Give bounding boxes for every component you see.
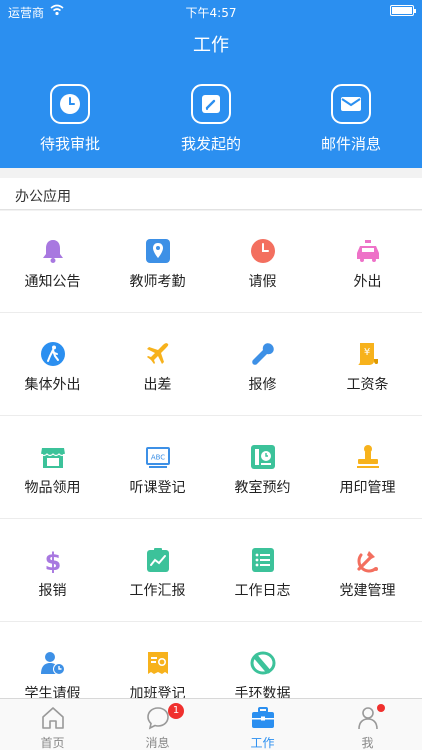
page-title: 工作 xyxy=(193,35,229,56)
battery-icon xyxy=(390,5,416,16)
app-label: 报销 xyxy=(38,583,67,599)
app-row: 集体外出 出差 报修 ¥ 工资条 xyxy=(0,314,422,416)
tab-label: 首页 xyxy=(40,736,65,750)
classroom-booking-icon xyxy=(251,445,275,469)
location-pin-icon xyxy=(146,239,170,263)
app-label: 党建管理 xyxy=(339,583,396,599)
unread-badge: 1 xyxy=(168,703,184,719)
overtime-receipt-icon xyxy=(148,652,168,674)
tab-label: 消息 xyxy=(145,736,170,750)
tab-work[interactable]: 工作 xyxy=(210,699,315,750)
notification-dot xyxy=(377,704,385,712)
list-log-icon xyxy=(252,548,274,572)
app-row: 学生请假 加班登记 手环数据 xyxy=(0,623,422,698)
tab-label: 我 xyxy=(361,736,374,750)
home-icon xyxy=(42,707,64,729)
app-party-building[interactable]: 党建管理 xyxy=(315,520,420,622)
app-wristband-data[interactable]: 手环数据 xyxy=(210,623,315,698)
app-label: 工作汇报 xyxy=(129,583,186,599)
app-label: 集体外出 xyxy=(24,377,81,393)
briefcase-icon xyxy=(252,707,274,728)
shop-icon xyxy=(40,448,66,468)
status-time: 下午4:57 xyxy=(185,6,237,20)
svg-text:¥: ¥ xyxy=(364,347,370,358)
app-lecture-observation[interactable]: ABC 听课登记 xyxy=(105,417,210,519)
app-row: 物品领用 ABC 听课登记 教室预约 用印管理 xyxy=(0,417,422,519)
app-leave[interactable]: 请假 xyxy=(210,211,315,313)
status-bar: 运营商 下午4:57 xyxy=(0,0,422,22)
taxi-icon xyxy=(357,240,379,262)
report-chart-icon xyxy=(147,548,169,572)
stamp-icon xyxy=(357,445,379,468)
app-label: 教室预约 xyxy=(234,480,291,496)
app-row: $ 报销 工作汇报 工作日志 党建管理 xyxy=(0,520,422,622)
wrench-icon xyxy=(252,343,274,365)
party-emblem-icon xyxy=(357,551,378,573)
app-work-log[interactable]: 工作日志 xyxy=(210,520,315,622)
mail-icon xyxy=(331,84,371,124)
quick-action-pending-approval[interactable]: 待我审批 xyxy=(25,84,115,154)
app-row: 通知公告 教师考勤 请假 外出 xyxy=(0,211,422,313)
header: 运营商 下午4:57 工作 待我审批 我发起的 邮件消息 xyxy=(0,0,422,168)
tab-me[interactable]: 我 xyxy=(315,699,420,750)
student-clock-icon xyxy=(41,652,65,675)
app-label: 出差 xyxy=(143,377,172,393)
app-label: 手环数据 xyxy=(234,686,291,698)
bell-icon xyxy=(43,240,63,263)
clock-icon xyxy=(251,239,275,263)
quick-action-label: 邮件消息 xyxy=(320,135,381,153)
app-business-trip[interactable]: 出差 xyxy=(105,314,210,416)
app-reimbursement[interactable]: $ 报销 xyxy=(0,520,105,622)
app-label: 加班登记 xyxy=(129,686,186,698)
app-label: 工作日志 xyxy=(234,583,291,599)
app-grid: 通知公告 教师考勤 请假 外出 集体外出 出差 报修 ¥ 工资条 物品领用 AB… xyxy=(0,211,422,698)
wristband-icon xyxy=(250,651,276,675)
clock-icon xyxy=(50,84,90,124)
airplane-icon xyxy=(147,343,169,364)
tab-home[interactable]: 首页 xyxy=(0,699,105,750)
section-title: 办公应用 xyxy=(15,189,71,205)
app-label: 用印管理 xyxy=(339,480,396,496)
app-teacher-attendance[interactable]: 教师考勤 xyxy=(105,211,210,313)
app-seal-management[interactable]: 用印管理 xyxy=(315,417,420,519)
app-classroom-booking[interactable]: 教室预约 xyxy=(210,417,315,519)
app-label: 物品领用 xyxy=(24,480,81,496)
app-salary-slip[interactable]: ¥ 工资条 xyxy=(315,314,420,416)
tab-messages[interactable]: 1 消息 xyxy=(105,699,210,750)
app-group-outing[interactable]: 集体外出 xyxy=(0,314,105,416)
walking-person-icon xyxy=(41,342,65,366)
tab-bar: 首页 1 消息 工作 我 xyxy=(0,698,422,750)
salary-scroll-icon: ¥ xyxy=(358,343,378,365)
app-label: 报修 xyxy=(248,377,277,393)
quick-action-label: 待我审批 xyxy=(39,135,100,153)
app-student-leave[interactable]: 学生请假 xyxy=(0,623,105,698)
quick-action-label: 我发起的 xyxy=(180,135,241,153)
quick-action-initiated[interactable]: 我发起的 xyxy=(166,84,256,154)
app-label: 学生请假 xyxy=(24,686,81,698)
app-label: 教师考勤 xyxy=(129,274,186,290)
edit-icon xyxy=(191,84,231,124)
app-repair[interactable]: 报修 xyxy=(210,314,315,416)
section-header: 办公应用 xyxy=(0,178,422,210)
app-item-requisition[interactable]: 物品领用 xyxy=(0,417,105,519)
app-go-out[interactable]: 外出 xyxy=(315,211,420,313)
app-notice[interactable]: 通知公告 xyxy=(0,211,105,313)
svg-text:$: $ xyxy=(45,548,62,573)
app-label: 听课登记 xyxy=(129,480,186,496)
app-label: 外出 xyxy=(353,274,382,290)
dollar-icon: $ xyxy=(45,548,62,573)
svg-text:ABC: ABC xyxy=(151,454,165,462)
quick-action-mail[interactable]: 邮件消息 xyxy=(306,84,396,154)
app-label: 通知公告 xyxy=(24,274,81,290)
app-work-report[interactable]: 工作汇报 xyxy=(105,520,210,622)
app-label: 工资条 xyxy=(346,377,389,393)
app-overtime-registration[interactable]: 加班登记 xyxy=(105,623,210,698)
blackboard-abc-icon: ABC xyxy=(146,447,170,468)
app-label: 请假 xyxy=(248,274,277,290)
tab-label: 工作 xyxy=(250,736,275,750)
